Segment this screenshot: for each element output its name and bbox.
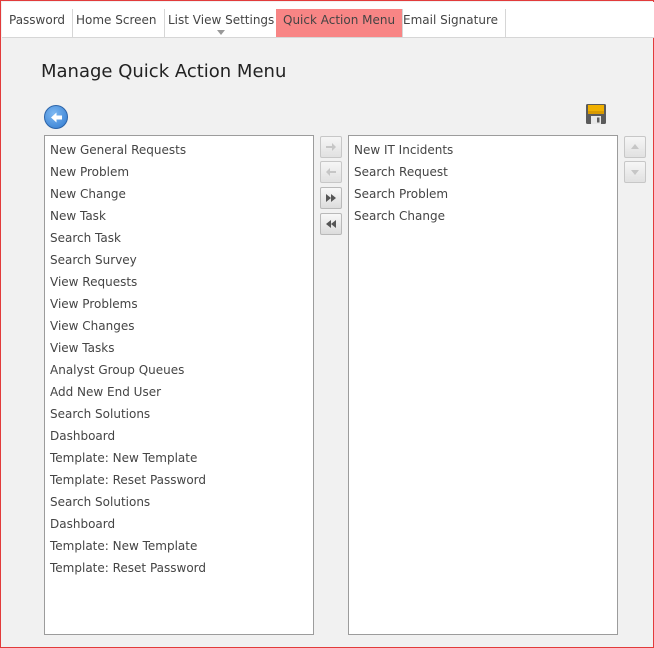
list-item[interactable]: Template: New Template — [45, 447, 313, 469]
page-title: Manage Quick Action Menu — [41, 61, 287, 82]
selected-actions-list[interactable]: New IT Incidents Search Request Search P… — [348, 135, 618, 635]
list-item[interactable]: Search Task — [45, 227, 313, 249]
list-item[interactable]: Template: Reset Password — [45, 469, 313, 491]
list-item[interactable]: Template: Reset Password — [45, 557, 313, 579]
tab-list-view-settings[interactable]: List View Settings — [161, 9, 283, 37]
list-item[interactable]: Search Problem — [349, 183, 617, 205]
tab-label: Email Signature — [403, 13, 498, 27]
tab-home-screen[interactable]: Home Screen — [69, 9, 165, 37]
back-arrow-icon — [51, 112, 62, 123]
list-item[interactable]: New General Requests — [45, 139, 313, 161]
tab-password[interactable]: Password — [2, 9, 74, 37]
list-item[interactable]: Analyst Group Queues — [45, 359, 313, 381]
available-actions-list[interactable]: New General Requests New Problem New Cha… — [44, 135, 314, 635]
list-item[interactable]: New Change — [45, 183, 313, 205]
tab-label: List View Settings — [168, 13, 275, 27]
list-item[interactable]: Search Solutions — [45, 403, 313, 425]
tab-label: Quick Action Menu — [283, 13, 396, 27]
list-item[interactable]: Dashboard — [45, 425, 313, 447]
move-right-button[interactable] — [320, 136, 342, 158]
list-item[interactable]: View Tasks — [45, 337, 313, 359]
tab-bar: Password Home Screen List View Settings … — [2, 2, 654, 38]
tab-label: Home Screen — [76, 13, 157, 27]
list-item[interactable]: Search Request — [349, 161, 617, 183]
list-item[interactable]: View Problems — [45, 293, 313, 315]
list-item[interactable]: Add New End User — [45, 381, 313, 403]
window-frame: Password Home Screen List View Settings … — [0, 0, 654, 648]
move-down-button[interactable] — [624, 161, 646, 183]
list-item[interactable]: Search Survey — [45, 249, 313, 271]
list-item[interactable]: View Changes — [45, 315, 313, 337]
list-item[interactable]: Search Change — [349, 205, 617, 227]
move-up-button[interactable] — [624, 136, 646, 158]
double-chevron-left-icon — [326, 220, 336, 228]
list-item[interactable]: View Requests — [45, 271, 313, 293]
move-all-right-button[interactable] — [320, 187, 342, 209]
back-button[interactable] — [44, 105, 68, 129]
triangle-up-icon — [631, 144, 639, 149]
move-left-button[interactable] — [320, 161, 342, 183]
tab-label: Password — [9, 13, 66, 27]
move-all-left-button[interactable] — [320, 213, 342, 235]
arrow-right-icon — [326, 143, 336, 151]
tab-quick-action-menu[interactable]: Quick Action Menu — [276, 9, 404, 37]
caret-down-icon — [217, 30, 226, 35]
floppy-disk-icon — [586, 104, 606, 124]
list-item[interactable]: Dashboard — [45, 513, 313, 535]
list-item[interactable]: Template: New Template — [45, 535, 313, 557]
list-item[interactable]: Search Solutions — [45, 491, 313, 513]
save-button[interactable] — [585, 103, 607, 125]
triangle-down-icon — [631, 170, 639, 175]
list-item[interactable]: New Task — [45, 205, 313, 227]
list-item[interactable]: New IT Incidents — [349, 139, 617, 161]
tab-email-signature[interactable]: Email Signature — [396, 9, 506, 37]
arrow-left-icon — [326, 168, 336, 176]
double-chevron-right-icon — [326, 194, 336, 202]
list-item[interactable]: New Problem — [45, 161, 313, 183]
